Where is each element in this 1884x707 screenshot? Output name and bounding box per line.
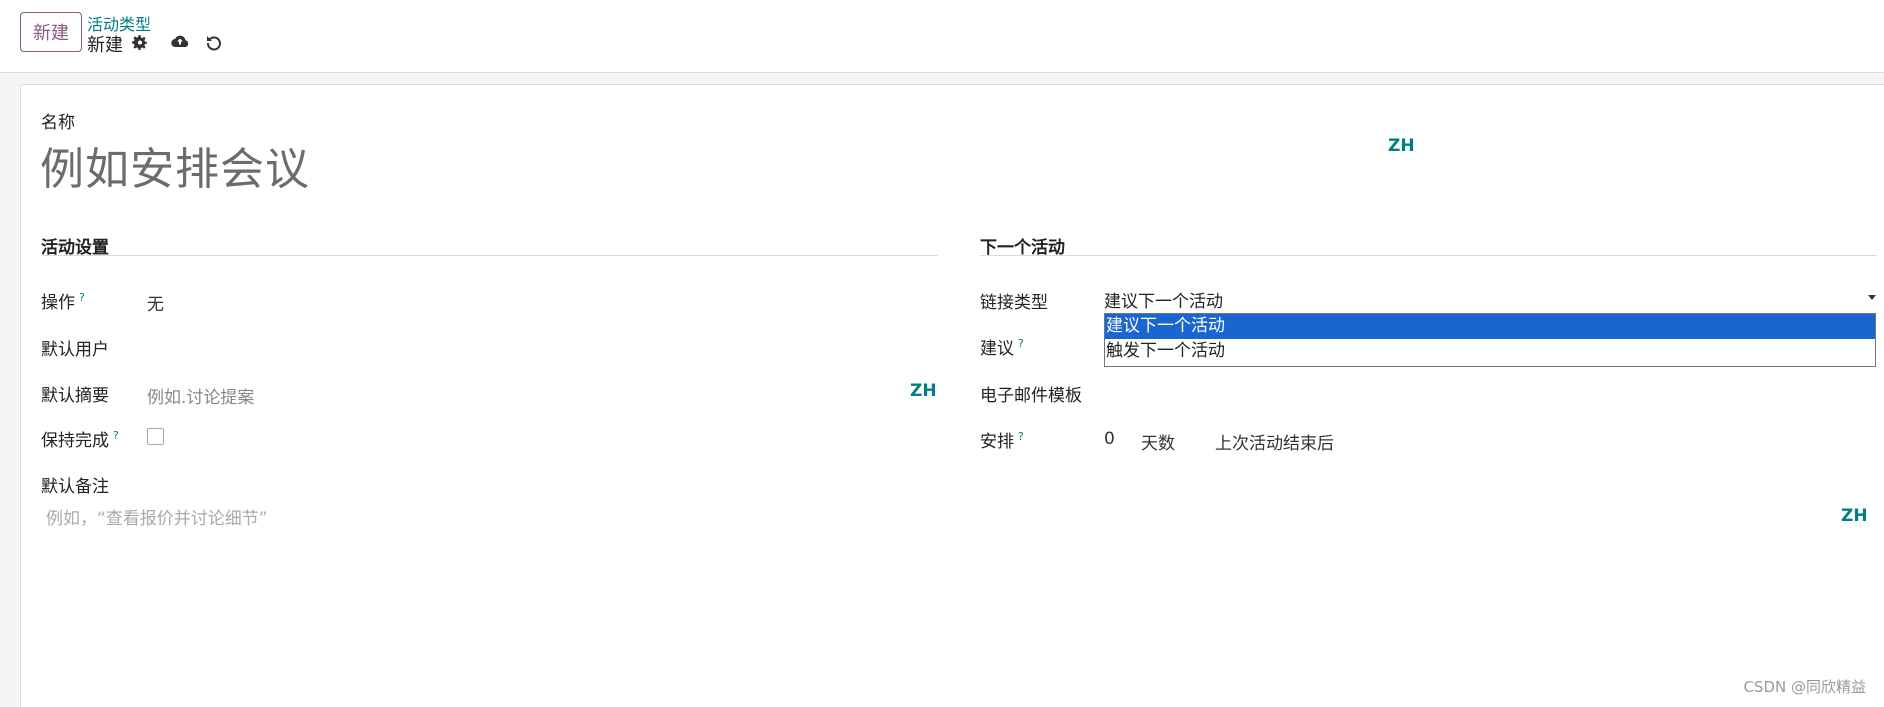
chaining-type-value: 建议下一个活动 [1104,292,1223,312]
suggest-label: 建议? [980,337,1024,359]
section-divider [41,255,938,256]
caret-down-icon [1868,295,1876,300]
watermark: CSDN @同欣精益 [1743,678,1866,696]
help-icon[interactable]: ? [79,291,85,304]
schedule-label: 安排? [980,430,1024,452]
name-lang-button[interactable]: ZH [1388,136,1415,156]
default-note-input[interactable]: 例如，“查看报价并讨论细节” [46,504,268,529]
default-note-label: 默认备注 [41,477,109,497]
chaining-type-label: 链接类型 [980,293,1048,313]
breadcrumb-current: 新建 [87,35,123,56]
dropdown-option-suggest[interactable]: 建议下一个活动 [1105,314,1875,339]
new-button[interactable]: 新建 [20,12,82,52]
schedule-from-select[interactable]: 上次活动结束后 [1215,429,1334,454]
keep-done-checkbox[interactable] [147,428,164,445]
keep-done-label: 保持完成? [41,429,119,451]
action-label: 操作? [41,291,85,313]
summary-lang-button[interactable]: ZH [910,381,937,401]
email-template-label: 电子邮件模板 [980,386,1082,406]
help-icon[interactable]: ? [1018,430,1024,443]
schedule-unit-select[interactable]: 天数 [1141,429,1175,454]
default-user-label: 默认用户 [41,340,109,360]
dropdown-option-trigger[interactable]: 触发下一个活动 [1105,339,1875,364]
name-label: 名称 [41,113,75,133]
default-summary-label: 默认摘要 [41,386,109,406]
schedule-delay-input[interactable]: 0 [1104,429,1115,449]
name-input[interactable]: 例如安排会议 [40,133,310,197]
control-panel: 新建 活动类型 新建 [0,0,1884,73]
help-icon[interactable]: ? [1018,337,1024,350]
default-summary-input[interactable]: 例如.讨论提案 [147,383,254,408]
chaining-type-select[interactable]: 建议下一个活动 [1104,287,1876,313]
cloud-upload-icon[interactable] [170,32,190,52]
section-divider [980,255,1877,256]
chaining-type-dropdown: 建议下一个活动 触发下一个活动 [1104,313,1876,367]
undo-icon[interactable] [204,32,224,52]
action-select[interactable]: 无 [147,290,164,315]
default-user-input[interactable] [147,333,937,357]
email-template-input[interactable] [1104,380,1876,404]
note-lang-button[interactable]: ZH [1841,506,1868,526]
gear-icon[interactable] [130,32,150,52]
help-icon[interactable]: ? [113,429,119,442]
